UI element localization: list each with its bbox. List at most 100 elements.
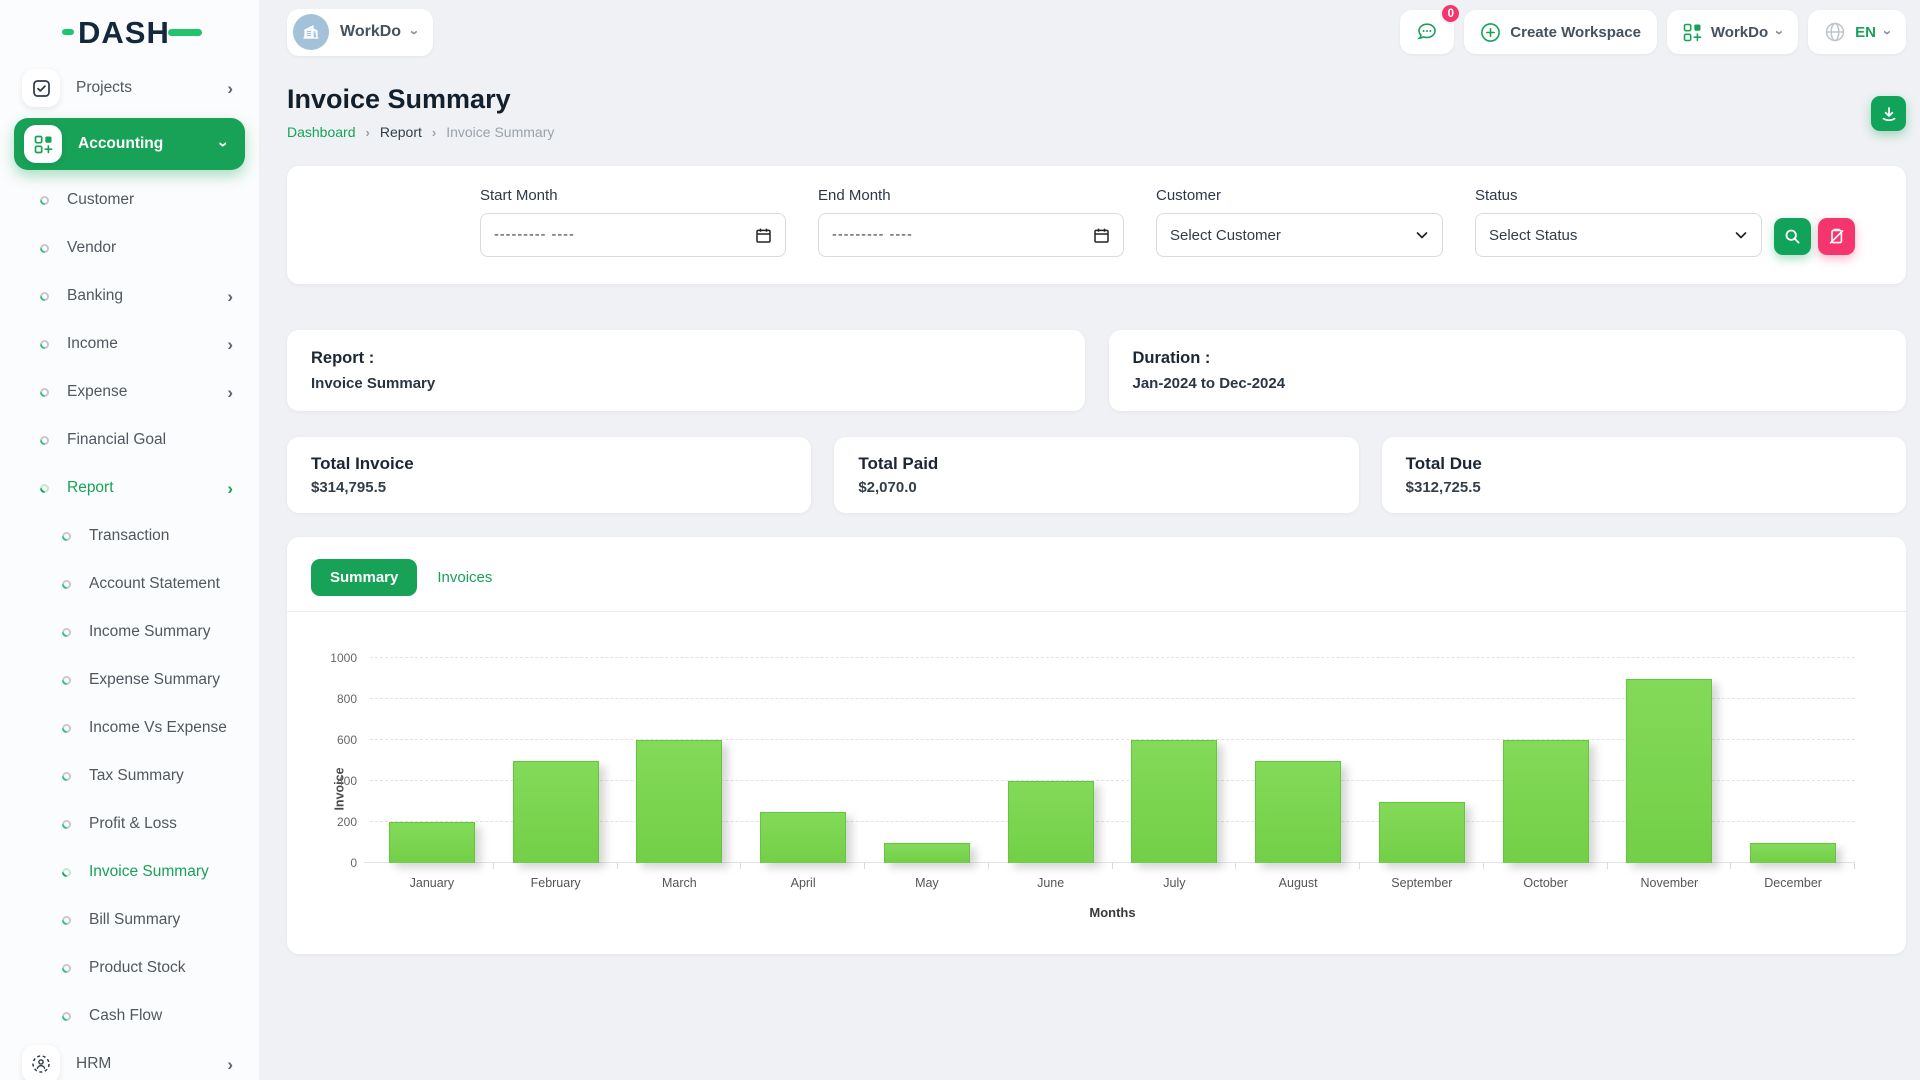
bullet-icon — [60, 914, 73, 927]
create-workspace-button[interactable]: Create Workspace — [1464, 10, 1657, 54]
x-label-december: December — [1731, 876, 1855, 890]
bar-december — [1750, 843, 1836, 864]
bullet-icon — [38, 338, 51, 351]
bars-row — [370, 658, 1855, 863]
logo-dash-icon — [62, 29, 74, 35]
sidebar-item-label: Report — [67, 479, 227, 497]
total-invoice-value: $314,795.5 — [311, 479, 787, 496]
sidebar-item-income[interactable]: Income› — [0, 320, 259, 368]
chevron-right-icon: › — [432, 125, 436, 140]
sidebar-item-vendor[interactable]: Vendor — [0, 224, 259, 272]
sidebar-item-financial-goal[interactable]: Financial Goal — [0, 416, 259, 464]
sidebar-item-profit-loss[interactable]: Profit & Loss — [0, 800, 259, 848]
x-label-january: January — [370, 876, 494, 890]
grid-plus-icon — [1683, 23, 1702, 42]
bullet-icon — [38, 290, 51, 303]
sidebar-item-income-summary[interactable]: Income Summary — [0, 608, 259, 656]
reset-filter-button[interactable] — [1818, 218, 1855, 255]
bar-july — [1131, 740, 1217, 863]
x-tick — [1608, 863, 1732, 869]
bar-september — [1379, 802, 1465, 864]
sidebar-item-label: Cash Flow — [89, 1007, 233, 1025]
sidebar-item-invoice-summary[interactable]: Invoice Summary — [0, 848, 259, 896]
sidebar-item-product-stock[interactable]: Product Stock — [0, 944, 259, 992]
plus-circle-icon — [1480, 22, 1501, 43]
sidebar-item-cash-flow[interactable]: Cash Flow — [0, 992, 259, 1040]
sidebar-item-expense[interactable]: Expense› — [0, 368, 259, 416]
chevron-down-icon — [1734, 228, 1748, 242]
tab-summary[interactable]: Summary — [311, 559, 417, 596]
bullet-icon — [60, 530, 73, 543]
breadcrumb-dashboard[interactable]: Dashboard — [287, 124, 356, 140]
end-month-input[interactable]: --------- ---- — [818, 213, 1124, 257]
apply-filter-button[interactable] — [1774, 218, 1811, 255]
download-icon — [1880, 105, 1898, 123]
bar-november — [1626, 679, 1712, 864]
messages-button[interactable]: 0 — [1400, 10, 1454, 54]
sidebar-item-hrm[interactable]: HRM› — [0, 1040, 259, 1080]
tab-invoices[interactable]: Invoices — [437, 569, 492, 586]
bullet-icon — [60, 626, 73, 639]
download-button[interactable] — [1871, 96, 1906, 131]
workspace-name: WorkDo — [340, 23, 401, 41]
x-label-september: September — [1360, 876, 1484, 890]
chart-plot: 02004006008001000 — [370, 658, 1855, 863]
duration-value: Jan-2024 to Dec-2024 — [1133, 375, 1883, 392]
workspace-selector[interactable]: WorkDo › — [287, 9, 433, 56]
sidebar-item-income-vs-expense[interactable]: Income Vs Expense — [0, 704, 259, 752]
sidebar-item-expense-summary[interactable]: Expense Summary — [0, 656, 259, 704]
bullet-icon — [60, 818, 73, 831]
sidebar-item-accounting[interactable]: Accounting› — [14, 118, 245, 170]
sidebar-item-report[interactable]: Report› — [0, 464, 259, 512]
bar-slot — [741, 658, 865, 863]
start-month-input[interactable]: --------- ---- — [480, 213, 786, 257]
bar-may — [884, 843, 970, 864]
hrm-icon — [22, 1045, 60, 1080]
y-tick-label: 400 — [337, 774, 357, 788]
notification-badge: 0 — [1440, 3, 1461, 24]
chart-card: Summary Invoices Invoice 020040060080010… — [287, 537, 1906, 954]
sidebar-item-banking[interactable]: Banking› — [0, 272, 259, 320]
sidebar-item-account-statement[interactable]: Account Statement — [0, 560, 259, 608]
start-month-label: Start Month — [480, 187, 786, 204]
sidebar-item-label: Vendor — [67, 239, 233, 257]
sidebar-item-projects[interactable]: Projects› — [0, 64, 259, 112]
workspace-menu-button[interactable]: WorkDo › — [1667, 10, 1798, 54]
bar-january — [389, 822, 475, 863]
total-paid-value: $2,070.0 — [858, 479, 1334, 496]
sidebar-item-bill-summary[interactable]: Bill Summary — [0, 896, 259, 944]
breadcrumb: Dashboard › Report › Invoice Summary — [287, 124, 554, 140]
sidebar-item-label: Profit & Loss — [89, 815, 233, 833]
duration-info-card: Duration : Jan-2024 to Dec-2024 — [1109, 330, 1907, 411]
sidebar-item-tax-summary[interactable]: Tax Summary — [0, 752, 259, 800]
customer-select[interactable]: Select Customer — [1156, 213, 1443, 257]
x-tick — [989, 863, 1113, 869]
sidebar-item-transaction[interactable]: Transaction — [0, 512, 259, 560]
x-label-august: August — [1236, 876, 1360, 890]
app-logo[interactable]: DASH — [62, 17, 202, 48]
sidebar-item-label: Income — [67, 335, 227, 353]
bullet-icon — [60, 866, 73, 879]
sidebar-item-customer[interactable]: Customer — [0, 176, 259, 224]
report-info-card: Report : Invoice Summary — [287, 330, 1085, 411]
bar-june — [1008, 781, 1094, 863]
tabs: Summary Invoices — [287, 537, 1906, 612]
chevron-right-icon: › — [227, 384, 233, 401]
end-month-label: End Month — [818, 187, 1124, 204]
breadcrumb-report[interactable]: Report — [380, 124, 422, 140]
status-select[interactable]: Select Status — [1475, 213, 1762, 257]
bullet-icon — [38, 386, 51, 399]
bar-chart: Invoice 02004006008001000 JanuaryFebruar… — [370, 658, 1855, 920]
language-selector[interactable]: EN › — [1808, 10, 1906, 54]
create-workspace-label: Create Workspace — [1510, 24, 1641, 41]
total-due-label: Total Due — [1406, 454, 1882, 474]
bar-slot — [1236, 658, 1360, 863]
bullet-icon — [60, 770, 73, 783]
bullet-icon — [38, 194, 51, 207]
x-tick — [618, 863, 742, 869]
bar-march — [636, 740, 722, 863]
x-axis-ticks — [370, 863, 1855, 869]
x-tick — [494, 863, 618, 869]
x-tick — [1484, 863, 1608, 869]
chat-icon — [1415, 20, 1439, 44]
